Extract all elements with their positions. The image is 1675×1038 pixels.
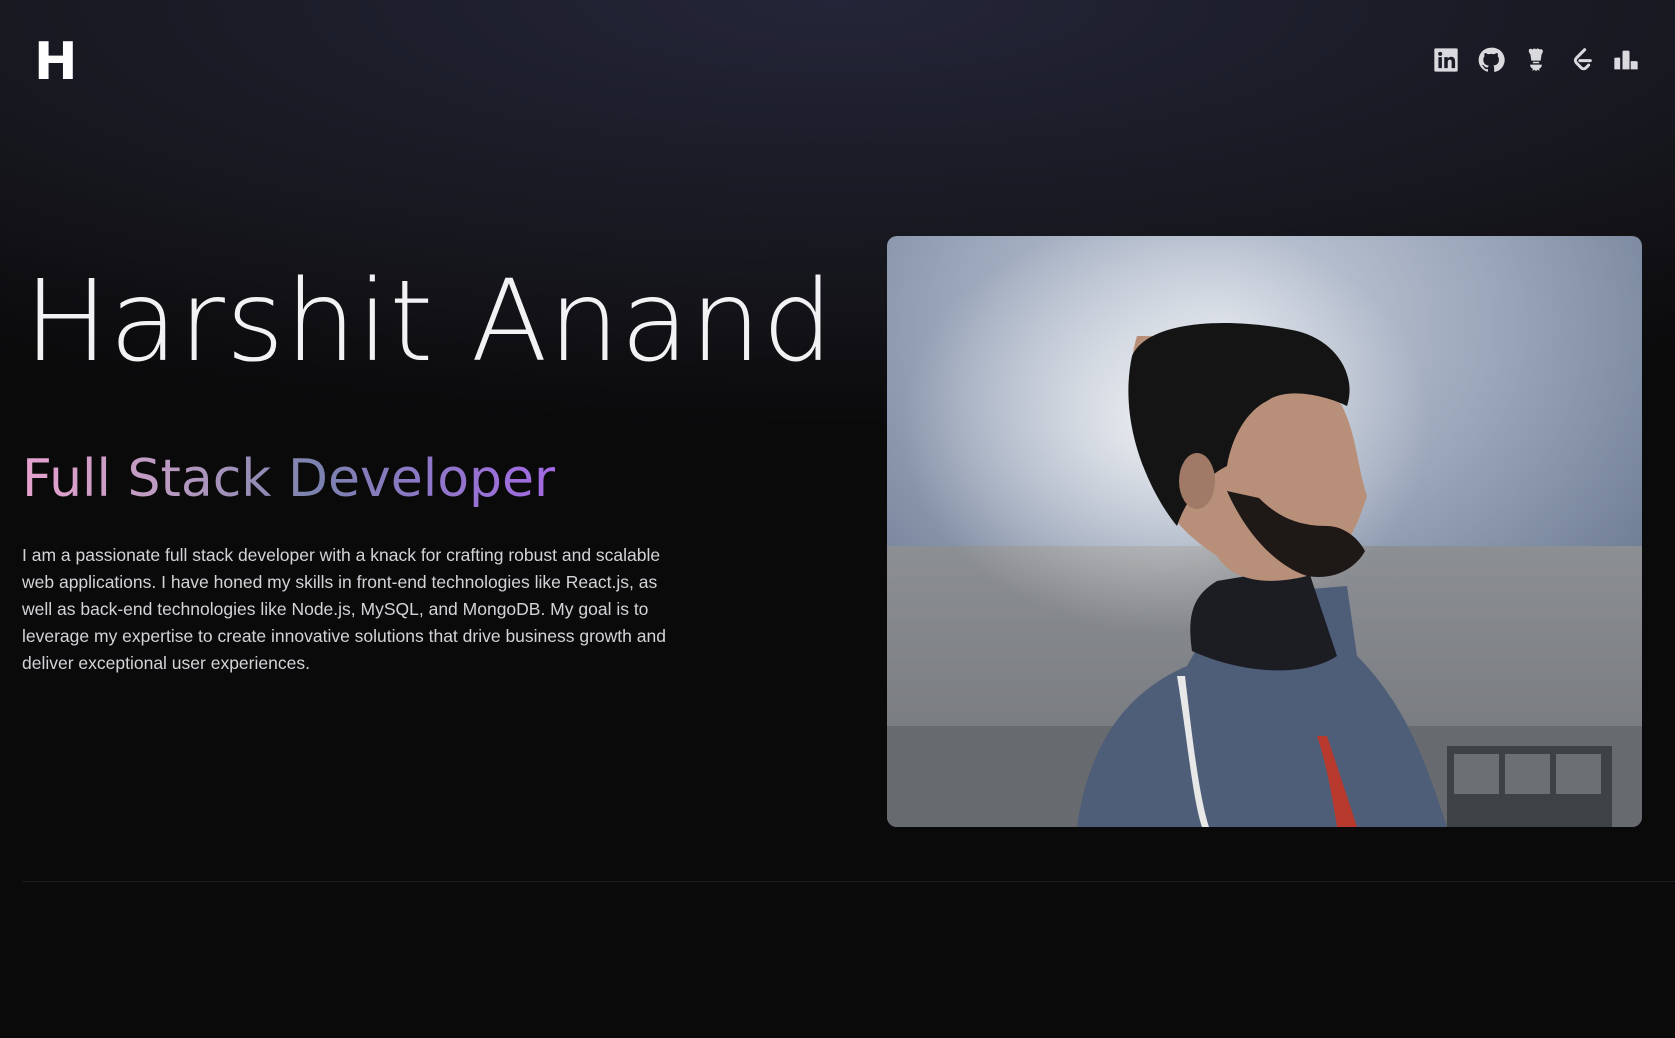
bar-chart-icon — [1613, 50, 1638, 69]
github-link[interactable] — [1475, 44, 1506, 75]
linkedin-icon — [1433, 47, 1458, 72]
hero-bio: I am a passionate full stack developer w… — [22, 545, 666, 673]
codechef-link[interactable] — [1520, 44, 1551, 75]
github-icon — [1478, 47, 1505, 72]
profile-photo — [887, 236, 1642, 827]
stats-link[interactable] — [1610, 44, 1641, 75]
section-divider — [22, 881, 1675, 882]
hero-name: Harshit Anand — [24, 257, 835, 387]
linkedin-link[interactable] — [1430, 44, 1461, 75]
hero-role: Full Stack Developer — [22, 449, 556, 509]
codechef-icon — [1528, 48, 1543, 71]
social-links — [1430, 44, 1641, 75]
leetcode-link[interactable] — [1565, 44, 1596, 75]
leetcode-icon — [1573, 47, 1592, 70]
site-logo[interactable]: H — [34, 36, 78, 88]
